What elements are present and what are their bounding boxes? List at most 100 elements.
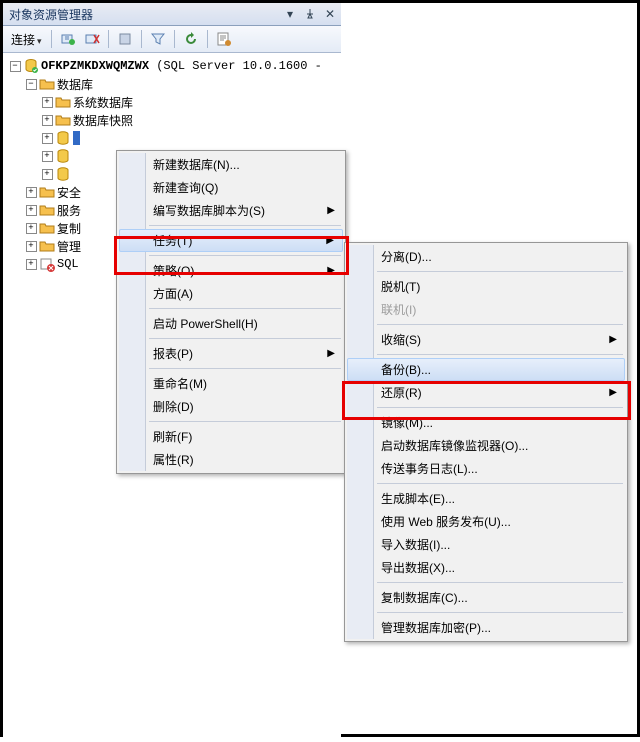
expand-icon[interactable]: + bbox=[39, 166, 55, 182]
close-icon[interactable]: ✕ bbox=[321, 6, 339, 22]
server-label: OFKPZMKDXWQMZWX (SQL Server 10.0.1600 - bbox=[41, 59, 322, 73]
menu-script-as[interactable]: 编写数据库脚本为(S)▶ bbox=[119, 199, 343, 222]
menu-detach[interactable]: 分离(D)... bbox=[347, 245, 625, 268]
tree-label: 安全 bbox=[57, 184, 81, 201]
sqlagent-icon bbox=[39, 256, 55, 272]
folder-icon bbox=[55, 112, 71, 128]
expand-icon[interactable]: + bbox=[39, 148, 55, 164]
expand-icon[interactable]: + bbox=[23, 238, 39, 254]
folder-icon bbox=[39, 202, 55, 218]
menu-separator bbox=[377, 612, 623, 613]
menu-separator bbox=[149, 225, 341, 226]
database-icon bbox=[55, 148, 71, 164]
menu-manage-db-encryption[interactable]: 管理数据库加密(P)... bbox=[347, 616, 625, 639]
tree-server-node[interactable]: − OFKPZMKDXWQMZWX (SQL Server 10.0.1600 … bbox=[5, 57, 339, 75]
expand-icon[interactable]: + bbox=[23, 220, 39, 236]
properties-icon[interactable] bbox=[213, 28, 235, 50]
tasks-submenu: 分离(D)... 脱机(T) 联机(I) 收缩(S)▶ 备份(B)... 还原(… bbox=[344, 242, 628, 642]
folder-icon bbox=[39, 238, 55, 254]
folder-icon bbox=[39, 184, 55, 200]
submenu-arrow-icon: ▶ bbox=[327, 265, 335, 276]
connect-icon[interactable] bbox=[57, 28, 79, 50]
menu-separator bbox=[149, 255, 341, 256]
tree-sysdb-node[interactable]: + 系统数据库 bbox=[5, 93, 339, 111]
menu-refresh[interactable]: 刷新(F) bbox=[119, 425, 343, 448]
tree-label: 数据库快照 bbox=[73, 112, 133, 129]
menu-separator bbox=[149, 421, 341, 422]
menu-separator bbox=[377, 271, 623, 272]
pin-icon[interactable] bbox=[301, 6, 319, 22]
menu-reports[interactable]: 报表(P)▶ bbox=[119, 342, 343, 365]
collapse-icon[interactable]: − bbox=[23, 76, 39, 92]
expand-icon[interactable]: + bbox=[23, 184, 39, 200]
menu-separator bbox=[149, 368, 341, 369]
submenu-arrow-icon: ▶ bbox=[327, 348, 335, 359]
menu-separator bbox=[377, 354, 623, 355]
menu-shrink[interactable]: 收缩(S)▶ bbox=[347, 328, 625, 351]
tree-label: 系统数据库 bbox=[73, 94, 133, 111]
submenu-arrow-icon: ▶ bbox=[327, 205, 335, 216]
menu-separator bbox=[149, 308, 341, 309]
menu-separator bbox=[149, 338, 341, 339]
submenu-arrow-icon: ▶ bbox=[609, 387, 617, 398]
menu-separator bbox=[377, 582, 623, 583]
menu-launch-mirror-monitor[interactable]: 启动数据库镜像监视器(O)... bbox=[347, 434, 625, 457]
menu-publish-web-service[interactable]: 使用 Web 服务发布(U)... bbox=[347, 510, 625, 533]
menu-ship-transaction-logs[interactable]: 传送事务日志(L)... bbox=[347, 457, 625, 480]
database-icon bbox=[55, 166, 71, 182]
connect-dropdown[interactable]: 连接▾ bbox=[7, 31, 46, 48]
menu-delete[interactable]: 删除(D) bbox=[119, 395, 343, 418]
tree-label: 服务 bbox=[57, 202, 81, 219]
menu-new-database[interactable]: 新建数据库(N)... bbox=[119, 153, 343, 176]
menu-take-offline[interactable]: 脱机(T) bbox=[347, 275, 625, 298]
expand-icon[interactable]: + bbox=[23, 256, 39, 272]
filter-icon[interactable] bbox=[147, 28, 169, 50]
menu-start-powershell[interactable]: 启动 PowerShell(H) bbox=[119, 312, 343, 335]
window-dropdown-icon[interactable]: ▾ bbox=[281, 6, 299, 22]
menu-bring-online: 联机(I) bbox=[347, 298, 625, 321]
tree-label: SQL bbox=[57, 257, 79, 271]
disconnect-icon[interactable] bbox=[81, 28, 103, 50]
tree-db-node[interactable]: + bbox=[5, 129, 339, 147]
menu-new-query[interactable]: 新建查询(Q) bbox=[119, 176, 343, 199]
database-icon bbox=[55, 130, 71, 146]
menu-separator bbox=[377, 324, 623, 325]
menu-export-data[interactable]: 导出数据(X)... bbox=[347, 556, 625, 579]
folder-icon bbox=[39, 76, 55, 92]
menu-mirror[interactable]: 镜像(M)... bbox=[347, 411, 625, 434]
menu-tasks[interactable]: 任务(T)▶ bbox=[119, 229, 343, 252]
expand-icon[interactable]: + bbox=[39, 130, 55, 146]
menu-generate-scripts[interactable]: 生成脚本(E)... bbox=[347, 487, 625, 510]
menu-facets[interactable]: 方面(A) bbox=[119, 282, 343, 305]
toolbar: 连接▾ bbox=[3, 26, 341, 53]
tree-label: 管理 bbox=[57, 238, 81, 255]
menu-policies[interactable]: 策略(O)▶ bbox=[119, 259, 343, 282]
menu-copy-database[interactable]: 复制数据库(C)... bbox=[347, 586, 625, 609]
panel-titlebar: 对象资源管理器 ▾ ✕ bbox=[3, 3, 341, 26]
menu-import-data[interactable]: 导入数据(I)... bbox=[347, 533, 625, 556]
menu-rename[interactable]: 重命名(M) bbox=[119, 372, 343, 395]
stop-icon[interactable] bbox=[114, 28, 136, 50]
submenu-arrow-icon: ▶ bbox=[609, 334, 617, 345]
tree-selected-label bbox=[73, 131, 80, 145]
expand-icon[interactable]: + bbox=[39, 94, 55, 110]
expand-icon[interactable]: + bbox=[23, 202, 39, 218]
refresh-icon[interactable] bbox=[180, 28, 202, 50]
menu-properties[interactable]: 属性(R) bbox=[119, 448, 343, 471]
menu-restore[interactable]: 还原(R)▶ bbox=[347, 381, 625, 404]
tree-snapshot-node[interactable]: + 数据库快照 bbox=[5, 111, 339, 129]
tree-label: 复制 bbox=[57, 220, 81, 237]
tree-label: 数据库 bbox=[57, 76, 93, 93]
panel-title: 对象资源管理器 bbox=[9, 6, 93, 23]
server-icon bbox=[23, 58, 39, 74]
folder-icon bbox=[55, 94, 71, 110]
expand-icon[interactable]: + bbox=[39, 112, 55, 128]
menu-separator bbox=[377, 407, 623, 408]
menu-backup[interactable]: 备份(B)... bbox=[347, 358, 625, 381]
context-menu: 新建数据库(N)... 新建查询(Q) 编写数据库脚本为(S)▶ 任务(T)▶ … bbox=[116, 150, 346, 474]
collapse-icon[interactable]: − bbox=[7, 58, 23, 74]
folder-icon bbox=[39, 220, 55, 236]
submenu-arrow-icon: ▶ bbox=[326, 235, 334, 246]
menu-separator bbox=[377, 483, 623, 484]
tree-databases-node[interactable]: − 数据库 bbox=[5, 75, 339, 93]
